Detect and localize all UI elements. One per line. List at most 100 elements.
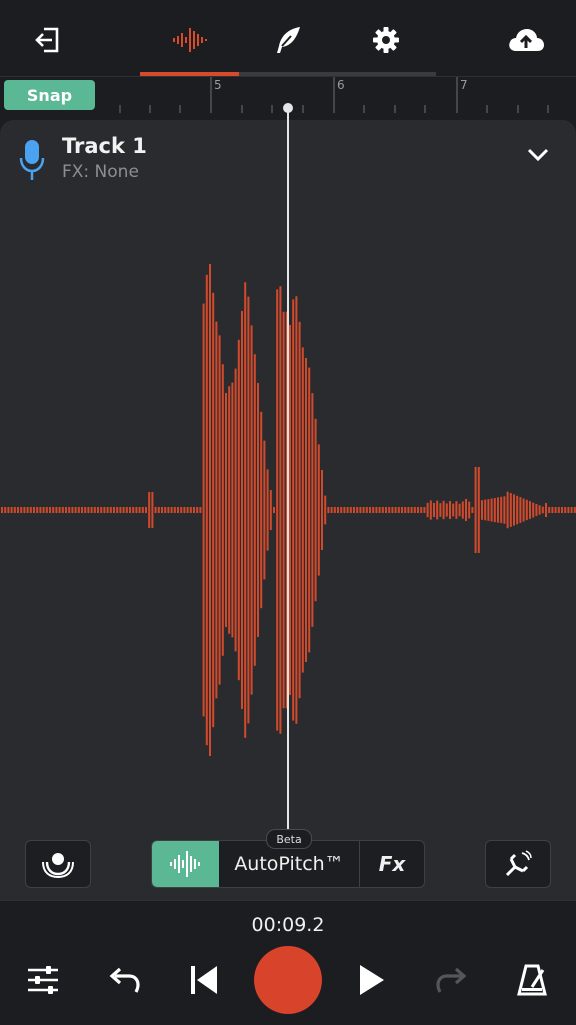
cloud-upload-icon[interactable] [506, 20, 546, 60]
waveform-bar [381, 507, 384, 513]
gear-icon[interactable] [366, 20, 406, 60]
waveform-bar [209, 264, 211, 756]
waveform-bar [289, 325, 291, 695]
waveform-bar [205, 274, 208, 746]
waveform-bar [71, 507, 74, 513]
waveform-bar [439, 503, 442, 517]
waveform-bar [39, 507, 42, 513]
waveform-bar [148, 492, 151, 528]
playhead-handle[interactable] [283, 103, 293, 113]
waveform-bar [369, 507, 371, 513]
waveform-bar [177, 507, 179, 513]
autopitch-toggle[interactable] [152, 841, 219, 887]
waveform-bar [100, 507, 103, 513]
waveform-bar [122, 507, 125, 513]
waveform-bar [394, 507, 397, 513]
waveform-bar [228, 386, 231, 634]
waveform-bar [218, 335, 221, 685]
waveform-bar [74, 507, 77, 513]
waveform-bar [61, 507, 64, 513]
waveform-bar [263, 440, 266, 580]
fx-button[interactable]: Fx [360, 841, 424, 887]
waveform-bar [500, 496, 503, 524]
waveform-bar [519, 497, 522, 523]
waveform-bar [407, 507, 410, 513]
waveform-bar [103, 507, 106, 513]
record-button[interactable] [254, 946, 322, 1014]
tuning-fork-button[interactable] [485, 840, 551, 888]
undo-icon[interactable] [100, 956, 148, 1004]
waveform-bar [244, 282, 247, 738]
waveform-bar [125, 507, 128, 513]
quill-icon[interactable] [268, 20, 308, 60]
exit-icon[interactable] [28, 20, 68, 60]
waveform-bar [186, 507, 189, 513]
waveform-bar [541, 506, 544, 514]
chevron-down-icon[interactable] [524, 142, 552, 166]
waveform-bar [58, 507, 61, 513]
waveform-bar [269, 490, 272, 530]
waveform-bar [1, 507, 3, 513]
waveform-bar [455, 501, 458, 519]
waveform-bar [26, 507, 29, 513]
playhead[interactable] [287, 108, 289, 830]
waveform-icon[interactable] [170, 20, 210, 60]
waveform-bar [119, 507, 122, 513]
waveform-bar [490, 498, 493, 522]
waveform-bar [356, 507, 359, 513]
waveform-bar [234, 368, 237, 652]
waveform-bar [417, 507, 419, 513]
waveform-bar [109, 507, 112, 513]
monitor-button[interactable] [25, 840, 91, 888]
snap-button[interactable]: Snap [4, 80, 95, 110]
waveform-bar [199, 507, 202, 513]
waveform-bar [106, 507, 109, 513]
metronome-icon[interactable] [508, 956, 556, 1004]
waveform-bar [397, 507, 400, 513]
waveform-bar [426, 502, 429, 518]
redo-icon[interactable] [428, 956, 476, 1004]
waveform-bar [298, 321, 301, 699]
waveform-bar [221, 364, 224, 656]
waveform-bar [84, 507, 87, 513]
waveform-bar [461, 501, 464, 519]
microphone-icon[interactable] [18, 138, 46, 182]
skip-back-icon[interactable] [180, 956, 228, 1004]
waveform-bar [196, 507, 199, 513]
waveform-bar [433, 503, 435, 517]
ruler-marker-7: 7 [460, 78, 468, 92]
waveform-bar [564, 507, 567, 513]
waveform-bar [305, 358, 307, 662]
waveform-bar [81, 507, 83, 513]
tuning-fork-icon [505, 850, 532, 877]
play-icon[interactable] [347, 956, 395, 1004]
waveform-bar [10, 507, 13, 513]
waveform-bar [561, 507, 563, 513]
waveform-bar [497, 497, 499, 523]
waveform-bar [513, 494, 515, 526]
waveform-bar [516, 495, 519, 525]
waveform-bar [308, 367, 311, 653]
waveform-bar [170, 507, 173, 513]
waveform-bar [231, 382, 234, 638]
waveform-bar [161, 507, 163, 513]
waveform-bar [346, 507, 349, 513]
waveform-bar [391, 507, 394, 513]
waveform-bar [65, 507, 67, 513]
waveform-bar [314, 418, 317, 602]
top-bar [0, 0, 576, 76]
waveform-bar [468, 501, 471, 519]
waveform-bar [311, 393, 314, 627]
mixer-icon[interactable] [19, 956, 67, 1004]
waveform-bar [477, 467, 480, 553]
waveform-bar [429, 500, 432, 520]
waveform-bar [452, 503, 455, 517]
track-fx-label: FX: None [62, 162, 139, 182]
waveform-bar [442, 500, 445, 520]
waveform-bar [151, 492, 154, 528]
waveform-bar [321, 470, 323, 550]
waveform-bar [145, 507, 147, 513]
waveform-bar [340, 507, 343, 513]
waveform-bar [36, 507, 39, 513]
monitor-icon [42, 853, 74, 878]
